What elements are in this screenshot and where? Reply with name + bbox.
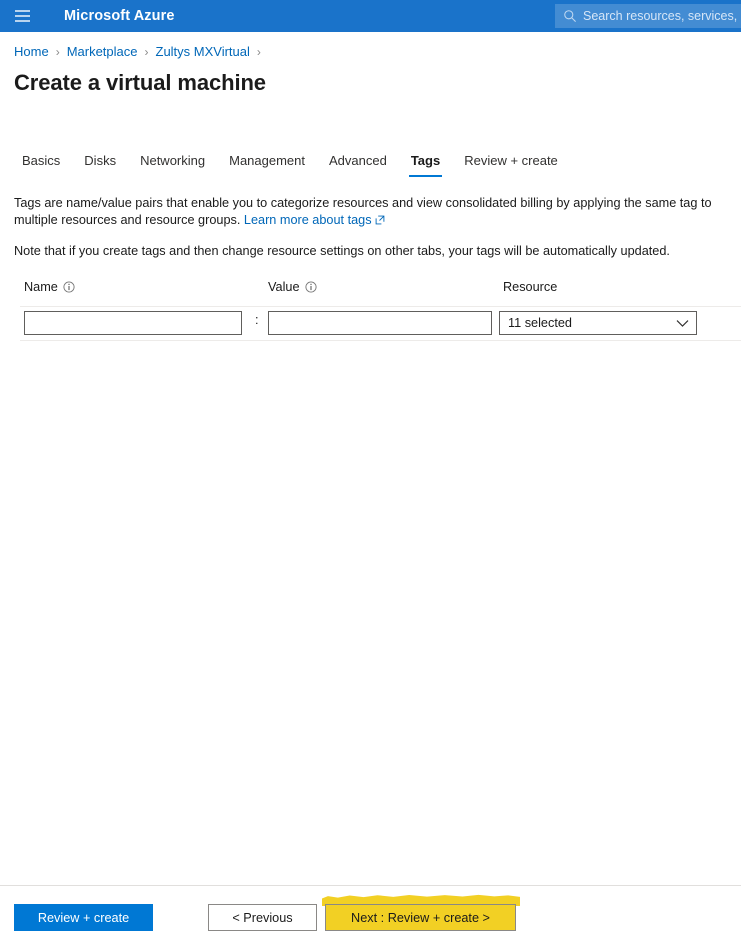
page-title: Create a virtual machine: [14, 70, 266, 95]
hamburger-line: [14, 20, 30, 22]
breadcrumb-item-marketplace[interactable]: Marketplace: [67, 44, 138, 59]
tags-description: Tags are name/value pairs that enable yo…: [14, 195, 732, 229]
breadcrumb-item-zultys-mxvirtual[interactable]: Zultys MXVirtual: [156, 44, 250, 59]
hamburger-line: [14, 15, 30, 17]
azure-brand-title[interactable]: Microsoft Azure: [64, 8, 175, 24]
column-header-name-label: Name: [24, 280, 58, 294]
breadcrumb-separator-icon: ›: [144, 44, 149, 59]
info-icon[interactable]: [63, 281, 75, 293]
tab-review-create[interactable]: Review + create: [452, 153, 570, 177]
hamburger-line: [14, 10, 30, 12]
table-divider-bottom: [20, 340, 741, 341]
breadcrumb: Home › Marketplace › Zultys MXVirtual ›: [14, 44, 268, 59]
previous-button[interactable]: < Previous: [208, 904, 317, 931]
wizard-tabs: Basics Disks Networking Management Advan…: [14, 153, 570, 181]
column-header-value: Value: [268, 280, 317, 294]
resource-select-dropdown[interactable]: 11 selected: [499, 311, 697, 335]
chevron-down-icon: [676, 319, 689, 327]
column-header-name: Name: [24, 280, 75, 294]
tab-basics[interactable]: Basics: [14, 153, 72, 177]
next-review-create-button[interactable]: Next : Review + create >: [325, 904, 516, 931]
column-header-value-label: Value: [268, 280, 300, 294]
tag-pair-separator: :: [255, 313, 259, 327]
tab-networking[interactable]: Networking: [128, 153, 217, 177]
hamburger-menu-icon[interactable]: [0, 0, 44, 32]
global-search-box[interactable]: Search resources, services,: [555, 4, 741, 28]
tab-disks[interactable]: Disks: [72, 153, 128, 177]
external-link-icon: [375, 215, 384, 225]
search-placeholder-text: Search resources, services,: [583, 9, 738, 23]
breadcrumb-item-home[interactable]: Home: [14, 44, 49, 59]
top-navigation-bar: Microsoft Azure Search resources, servic…: [0, 0, 741, 32]
resource-selected-label: 11 selected: [508, 316, 572, 330]
table-divider-top: [20, 306, 741, 307]
tags-table-header: Name Value Resource: [0, 280, 741, 302]
tags-note: Note that if you create tags and then ch…: [14, 244, 670, 258]
review-create-button[interactable]: Review + create: [14, 904, 153, 931]
column-header-resource-label: Resource: [503, 280, 558, 294]
breadcrumb-separator-icon: ›: [256, 44, 261, 59]
tab-management[interactable]: Management: [217, 153, 317, 177]
tag-name-input[interactable]: [24, 311, 242, 335]
learn-more-about-tags-link[interactable]: Learn more about tags: [244, 213, 372, 227]
breadcrumb-separator-icon: ›: [55, 44, 60, 59]
wizard-footer: Review + create < Previous Next : Review…: [0, 885, 741, 945]
search-icon: [564, 10, 576, 22]
tab-tags[interactable]: Tags: [399, 153, 452, 177]
info-icon[interactable]: [304, 281, 317, 293]
column-header-resource: Resource: [503, 280, 557, 294]
table-row: : 11 selected: [0, 311, 741, 335]
tag-value-input[interactable]: [268, 311, 492, 335]
tab-advanced[interactable]: Advanced: [317, 153, 399, 177]
